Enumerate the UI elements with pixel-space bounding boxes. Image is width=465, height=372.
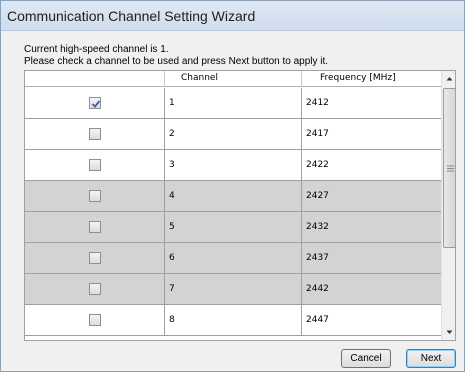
frequency-cell: 2447 xyxy=(306,315,329,325)
table-row[interactable]: 2 2417 xyxy=(25,119,441,150)
checkbox-icon[interactable] xyxy=(89,128,101,140)
table-row[interactable]: 3 2422 xyxy=(25,150,441,181)
select-cell xyxy=(25,181,165,211)
table-row[interactable]: 6 2437 xyxy=(25,243,441,274)
frequency-cell: 2422 xyxy=(306,160,329,170)
table-header: Channel Frequency [MHz] xyxy=(25,71,441,87)
instruction-text: Please check a channel to be used and pr… xyxy=(24,56,329,67)
info-text: Current high-speed channel is 1. Please … xyxy=(24,44,328,68)
frequency-cell: 2432 xyxy=(306,222,329,232)
checkbox-icon[interactable] xyxy=(89,314,101,326)
frequency-cell: 2412 xyxy=(306,98,329,108)
next-button[interactable]: Next xyxy=(406,349,456,368)
checkbox-icon[interactable] xyxy=(89,159,101,171)
channel-cell: 2 xyxy=(165,119,302,149)
wizard-window: Communication Channel Setting Wizard Cur… xyxy=(0,0,465,372)
table-row[interactable]: 8 2447 xyxy=(25,305,441,336)
channel-cell: 1 xyxy=(165,88,302,118)
scroll-up-arrow-icon[interactable] xyxy=(442,71,455,87)
frequency-cell: 2442 xyxy=(306,284,329,294)
select-cell xyxy=(25,212,165,242)
select-cell xyxy=(25,243,165,273)
checkbox-icon[interactable] xyxy=(89,283,101,295)
frequency-cell: 2437 xyxy=(306,253,329,263)
channel-cell: 4 xyxy=(165,181,302,211)
vertical-scrollbar[interactable] xyxy=(441,71,455,340)
table-row[interactable]: 5 2432 xyxy=(25,212,441,243)
frequency-cell: 2427 xyxy=(306,191,329,201)
header-frequency[interactable]: Frequency [MHz] xyxy=(302,71,441,87)
checkbox-icon[interactable] xyxy=(89,190,101,202)
select-cell xyxy=(25,119,165,149)
checkbox-icon[interactable] xyxy=(89,97,101,109)
checkbox-icon[interactable] xyxy=(89,252,101,264)
channel-cell: 8 xyxy=(165,305,302,335)
title-bar: Communication Channel Setting Wizard xyxy=(1,1,464,31)
channel-cell: 3 xyxy=(165,150,302,180)
checkbox-icon[interactable] xyxy=(89,221,101,233)
cancel-button[interactable]: Cancel xyxy=(341,349,391,368)
select-cell xyxy=(25,305,165,335)
scroll-down-arrow-icon[interactable] xyxy=(442,324,455,340)
table-row[interactable]: 1 2412 xyxy=(25,88,441,119)
select-cell xyxy=(25,88,165,118)
scrollbar-thumb[interactable] xyxy=(443,88,455,248)
grip-icon xyxy=(447,165,454,172)
header-channel[interactable]: Channel xyxy=(165,71,302,87)
table-row[interactable]: 4 2427 xyxy=(25,181,441,212)
channel-cell: 6 xyxy=(165,243,302,273)
header-select[interactable] xyxy=(25,71,165,87)
select-cell xyxy=(25,274,165,304)
frequency-cell: 2417 xyxy=(306,129,329,139)
table-row[interactable]: 7 2442 xyxy=(25,274,441,305)
channel-cell: 5 xyxy=(165,212,302,242)
window-title: Communication Channel Setting Wizard xyxy=(7,8,256,24)
current-channel-text: Current high-speed channel is 1. xyxy=(24,44,169,55)
channel-table: Channel Frequency [MHz] 1 2412 2 2417 3 2422 4… xyxy=(24,70,456,341)
select-cell xyxy=(25,150,165,180)
channel-cell: 7 xyxy=(165,274,302,304)
